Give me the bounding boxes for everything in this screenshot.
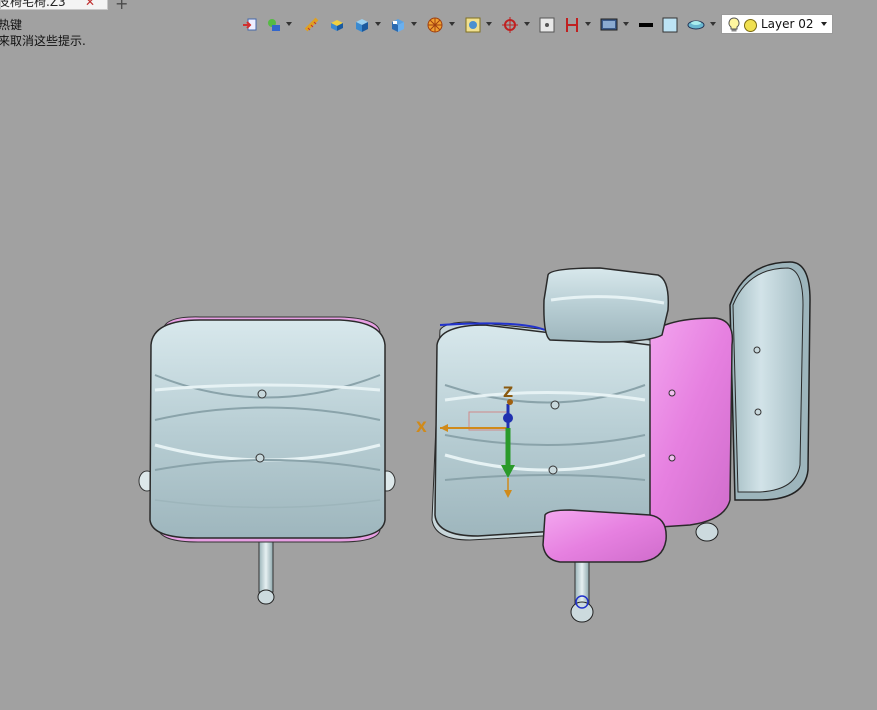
hint-line-1: 热键 xyxy=(0,18,23,32)
target-caret-icon[interactable] xyxy=(524,22,530,26)
display-caret-icon[interactable] xyxy=(623,22,629,26)
bulb-icon[interactable] xyxy=(727,17,741,33)
axis-x-label: X xyxy=(416,420,427,436)
style-caret-icon[interactable] xyxy=(286,22,292,26)
3d-viewport[interactable]: X Z xyxy=(0,40,877,710)
layer-shape-caret-icon[interactable] xyxy=(710,22,716,26)
lounge-chair-model[interactable] xyxy=(431,261,811,623)
ottoman-model[interactable] xyxy=(138,316,396,605)
section-caret-icon[interactable] xyxy=(585,22,591,26)
tab-bar: 皮椅宅椅.Z3 ✕ + xyxy=(0,0,877,13)
layer-color-icon xyxy=(744,19,757,32)
tab-title: 皮椅宅椅.Z3 xyxy=(0,0,66,9)
layer-dropdown[interactable]: Layer 02 xyxy=(721,14,833,34)
tab-close-icon[interactable]: ✕ xyxy=(85,0,95,9)
frame-caret-icon[interactable] xyxy=(486,22,492,26)
axis-z-label: Z xyxy=(503,385,514,401)
view-caret-icon[interactable] xyxy=(411,22,417,26)
tab-document[interactable]: 皮椅宅椅.Z3 ✕ xyxy=(0,0,108,10)
cube-caret-icon[interactable] xyxy=(375,22,381,26)
chevron-down-icon[interactable] xyxy=(821,22,827,26)
layer-name: Layer 02 xyxy=(761,17,814,31)
new-tab-icon[interactable]: + xyxy=(115,0,128,13)
render-caret-icon[interactable] xyxy=(449,22,455,26)
